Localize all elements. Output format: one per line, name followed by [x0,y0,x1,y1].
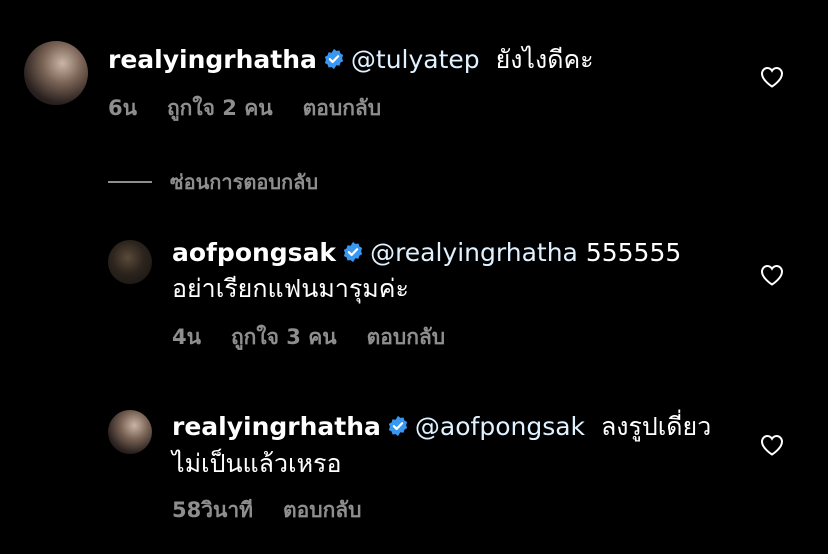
hide-replies-button[interactable]: ซ่อนการตอบกลับ [108,166,318,198]
verified-badge-icon [343,241,363,263]
verified-badge-icon [324,48,344,70]
username[interactable]: realyingrhatha [108,45,317,74]
reply-button[interactable]: ตอบกลับ [367,325,446,349]
reply-button[interactable]: ตอบกลับ [303,96,382,120]
comment-line-2: อย่าเรียกแฟนมารุมค่ะ [172,274,409,303]
username[interactable]: aofpongsak [172,238,336,267]
mention-link[interactable]: @tulyatep [351,45,480,74]
comment-meta: 4น ถูกใจ 3 คน ตอบกลับ [172,323,475,351]
timestamp: 58วินาที [172,498,254,522]
mention-link[interactable]: @aofpongsak [415,412,585,441]
comment-text: 555555 [585,238,682,267]
heart-outline-icon[interactable] [760,264,784,286]
heart-outline-icon[interactable] [760,66,784,88]
avatar[interactable] [108,240,152,284]
comment-meta: 6น ถูกใจ 2 คน ตอบกลับ [108,94,411,122]
comment-line-1: realyingrhatha @aofpongsak ลงรูปเดี่ยว [172,411,711,443]
username[interactable]: realyingrhatha [172,412,381,441]
timestamp: 6น [108,96,137,120]
comment-text: ยังไงดีคะ [495,45,594,74]
comment-line-2: ไม่เป็นแล้วเหรอ [172,449,342,478]
likes-count[interactable]: ถูกใจ 2 คน [167,96,273,120]
hide-replies-label: ซ่อนการตอบกลับ [170,170,319,194]
mention-link[interactable]: @realyingrhatha [370,238,578,267]
comment-line-1: realyingrhatha @tulyatep ยังไงดีคะ [108,44,594,76]
avatar[interactable] [24,41,88,105]
comment-meta: 58วินาที ตอบกลับ [172,496,392,524]
heart-outline-icon[interactable] [760,434,784,456]
verified-badge-icon [388,415,408,437]
divider [108,181,152,183]
comment-line-1: aofpongsak @realyingrhatha 555555 [172,237,681,269]
avatar[interactable] [108,410,152,454]
timestamp: 4น [172,325,201,349]
comment-text: ลงรูปเดี่ยว [600,412,712,441]
reply-button[interactable]: ตอบกลับ [283,498,362,522]
likes-count[interactable]: ถูกใจ 3 คน [231,325,337,349]
